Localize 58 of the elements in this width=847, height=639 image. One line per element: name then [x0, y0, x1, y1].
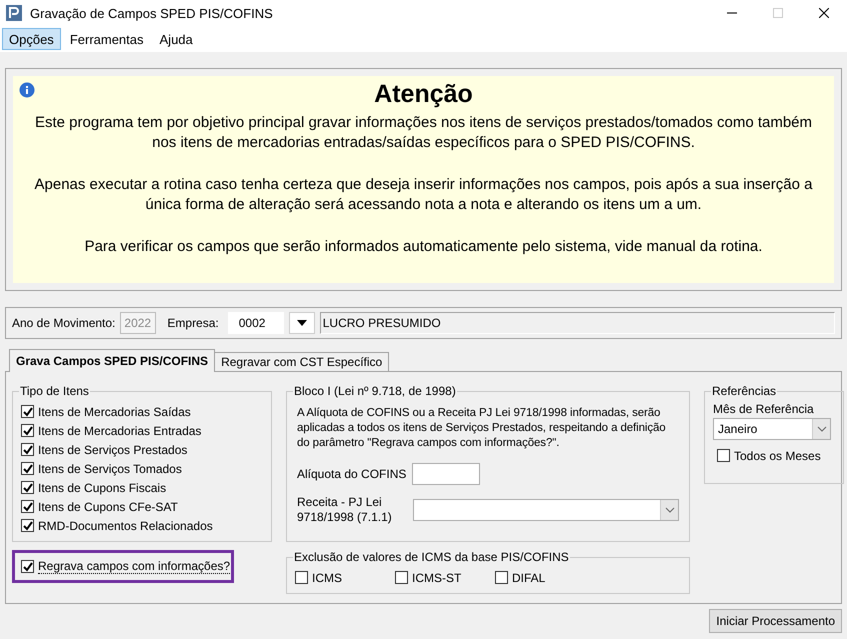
info-icon	[19, 82, 35, 98]
field-label: Mês de Referência	[713, 402, 814, 416]
maximize-icon	[773, 8, 783, 18]
checkbox[interactable]	[395, 571, 408, 584]
checkbox-label: Itens de Cupons CFe-SAT	[38, 500, 178, 514]
checkbox-label: ICMS-ST	[412, 570, 462, 584]
checkbox[interactable]	[21, 405, 34, 418]
checkbox[interactable]	[21, 519, 34, 532]
company-name-field: LUCRO PRESUMIDO	[320, 312, 835, 334]
chevron-icon	[664, 507, 674, 513]
checkbox[interactable]	[21, 560, 34, 573]
company-label: Empresa:	[167, 316, 219, 330]
window-title: Gravação de Campos SPED PIS/COFINS	[30, 6, 274, 20]
menu-item[interactable]: Opções	[2, 28, 61, 50]
close-icon	[819, 8, 829, 18]
select-field[interactable]	[413, 499, 679, 521]
checkbox-label: Itens de Serviços Prestados	[38, 442, 188, 456]
checkbox-label: Itens de Mercadorias Entradas	[38, 424, 202, 438]
checkbox[interactable]	[21, 462, 34, 475]
checkbox-label: DIFAL	[512, 570, 546, 584]
caret-icon	[296, 320, 307, 326]
checkbox-label: Regrava campos com informações?	[38, 559, 230, 574]
notice-text: Para verificar os campos que serão informados automaticamente pelo sistema, vide manual da rotina.	[84, 237, 762, 257]
notice-text: Este programa tem por objetivo principal gravar informações nos itens de serviços prestados/tomados como também nos itens de mercadorias entradas/saídas específicos para o SPED PIS/COFINS.	[34, 113, 814, 153]
input-field[interactable]	[412, 463, 480, 485]
dropdown-button[interactable]	[288, 312, 315, 334]
checkbox-label: Itens de Mercadorias Saídas	[38, 404, 191, 418]
group-title: Referências	[711, 384, 778, 398]
description-text: A Alíquota de COFINS ou a Receita PJ Lei 9718/1998 informadas, serão aplicadas a todos os itens de Serviços Prestados, respeitando a definição do parâmetro "Regrava campos com informações?".	[297, 406, 667, 451]
checkbox-label: Itens de Serviços Tomados	[38, 462, 182, 476]
checkbox-label: Todos os Meses	[734, 448, 821, 462]
checkbox[interactable]	[295, 571, 308, 584]
checkbox[interactable]	[717, 449, 730, 462]
checkbox[interactable]	[495, 571, 508, 584]
start-button[interactable]: Iniciar Processamento	[709, 609, 842, 633]
menu-item[interactable]: Ferramentas	[62, 28, 151, 50]
checkbox-label: Itens de Cupons Fiscais	[38, 480, 166, 494]
month-select[interactable]: Janeiro	[713, 418, 831, 440]
chevron-icon	[816, 426, 826, 432]
tab[interactable]: Regravar com CST Específico	[214, 352, 390, 372]
app-icon	[6, 5, 22, 21]
checkbox[interactable]	[21, 481, 34, 494]
year-label: Ano de Movimento:	[12, 316, 116, 330]
field-label: Alíquota do COFINS	[297, 467, 406, 481]
field-label: Receita - PJ Lei 9718/1998 (7.1.1)	[297, 495, 393, 525]
checkbox[interactable]	[21, 443, 34, 456]
checkbox-label: ICMS	[312, 570, 342, 584]
group-title: Tipo de Itens	[19, 384, 90, 398]
notice-heading: Atenção	[374, 80, 473, 109]
tab[interactable]: Grava Campos SPED PIS/COFINS	[9, 349, 216, 372]
group-title: Bloco I (Lei nº 9.718, de 1998)	[293, 384, 457, 398]
menu-item[interactable]: Ajuda	[152, 28, 200, 50]
notice-text: Apenas executar a rotina caso tenha certeza que deseja inserir informações nos campos, pois após a sua inserção a única forma de alteração será acessando nota a nota e alterando os itens um a um.	[34, 175, 814, 215]
checkbox[interactable]	[21, 424, 34, 437]
group-title: Exclusão de valores de ICMS da base PIS/COFINS	[293, 550, 570, 564]
checkbox-label: RMD-Documentos Relacionados	[38, 518, 213, 532]
checkbox[interactable]	[21, 500, 34, 513]
company-code-field[interactable]: 0002	[228, 312, 284, 334]
